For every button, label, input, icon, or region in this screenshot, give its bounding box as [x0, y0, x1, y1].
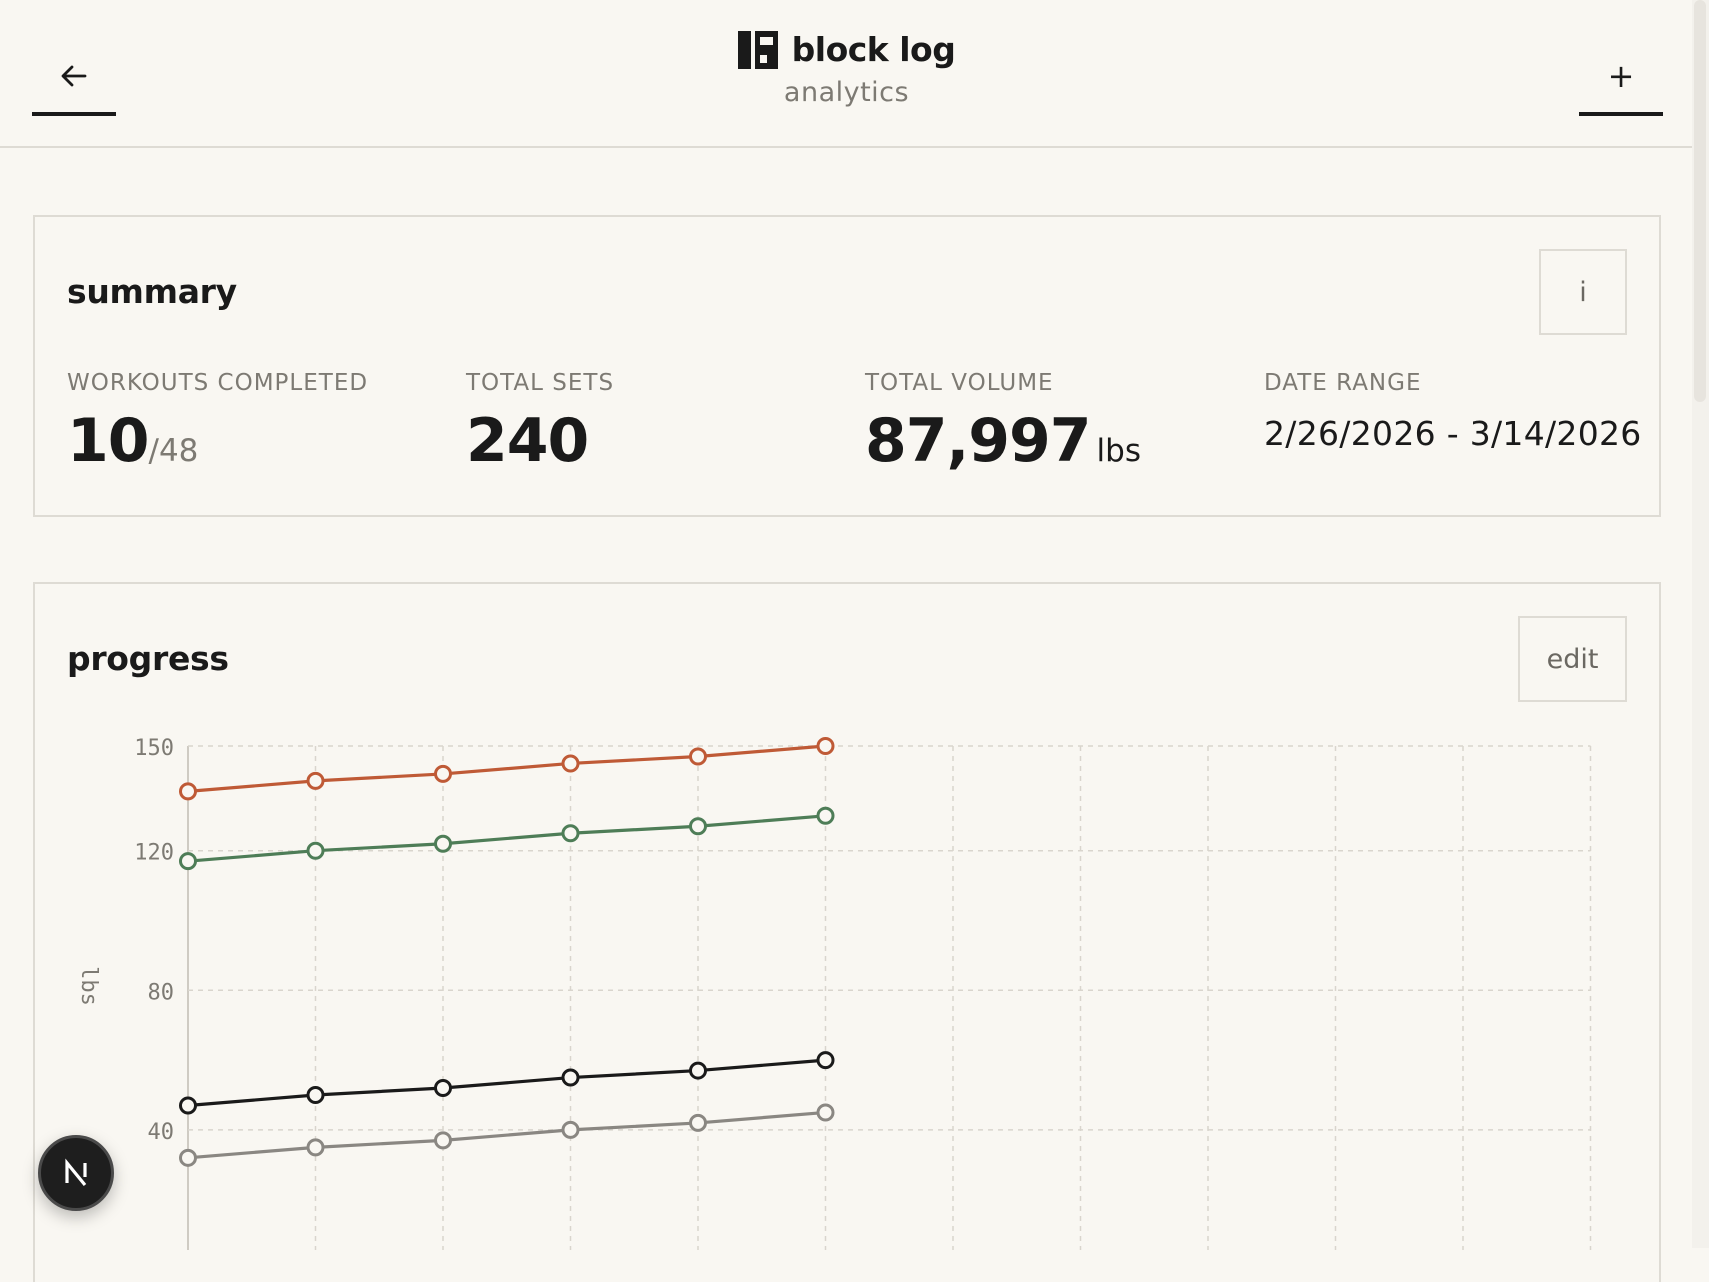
- brand-name: block log: [791, 30, 956, 69]
- data-point[interactable]: [434, 1131, 452, 1150]
- workouts-completed-value: 10: [67, 406, 149, 476]
- data-point[interactable]: [306, 1086, 325, 1104]
- stat-value: 87,997 lbs: [865, 408, 1141, 474]
- stat-total-sets: TOTAL SETS 240: [466, 370, 614, 474]
- data-point[interactable]: [306, 1138, 325, 1157]
- workouts-total-value: /48: [148, 433, 199, 469]
- stat-total-volume: TOTAL VOLUME 87,997 lbs: [865, 370, 1141, 474]
- series-line-1: [187, 744, 826, 793]
- total-sets-value: 240: [466, 406, 589, 476]
- data-point[interactable]: [689, 1113, 707, 1132]
- series-line-2: [187, 814, 826, 863]
- data-point[interactable]: [561, 824, 580, 843]
- scrollbar[interactable]: [1692, 0, 1709, 1248]
- y-tick-label: 120: [134, 841, 174, 866]
- plus-icon: +: [1607, 57, 1635, 95]
- data-point[interactable]: [689, 1061, 707, 1080]
- data-point[interactable]: [816, 806, 835, 825]
- data-point[interactable]: [816, 1103, 835, 1122]
- total-volume-unit: lbs: [1096, 433, 1141, 469]
- nextjs-dev-button[interactable]: [38, 1135, 114, 1211]
- data-point[interactable]: [689, 747, 707, 766]
- data-point[interactable]: [434, 834, 452, 853]
- top-bar: block log analytics +: [0, 0, 1709, 148]
- stat-value: 240: [466, 408, 614, 474]
- data-point[interactable]: [306, 771, 325, 790]
- page-subtitle: analytics: [783, 76, 910, 108]
- series-line-4: [187, 1110, 826, 1160]
- stat-value: 10/48: [67, 408, 368, 474]
- data-point[interactable]: [434, 1079, 452, 1098]
- data-point[interactable]: [434, 764, 452, 783]
- y-tick-label: 80: [148, 980, 175, 1005]
- summary-title: summary: [67, 272, 237, 311]
- nextjs-logo-icon: [65, 1158, 87, 1187]
- scrollbar-thumb[interactable]: [1694, 0, 1706, 402]
- stat-label: WORKOUTS COMPLETED: [67, 370, 369, 396]
- stat-date-range: DATE RANGE 2/26/2026 - 3/14/2026: [1264, 370, 1642, 453]
- data-point[interactable]: [179, 782, 197, 801]
- data-point[interactable]: [561, 1120, 580, 1139]
- y-tick-label: 150: [134, 736, 174, 761]
- brand: block log analytics: [0, 30, 1693, 108]
- y-axis-label: lbs: [76, 966, 101, 1006]
- data-point[interactable]: [179, 1148, 197, 1167]
- data-point[interactable]: [179, 1096, 197, 1115]
- data-point[interactable]: [689, 817, 707, 836]
- data-point[interactable]: [561, 1068, 580, 1087]
- info-button[interactable]: i: [1539, 249, 1627, 335]
- date-range-value: 2/26/2026 - 3/14/2026: [1264, 414, 1642, 453]
- data-point[interactable]: [816, 1051, 835, 1070]
- stat-label: TOTAL VOLUME: [865, 370, 1054, 396]
- total-volume-value: 87,997: [865, 406, 1092, 476]
- block-log-logo-icon: [737, 30, 778, 69]
- progress-chart: 40 80 120 150 lbs: [76, 736, 1592, 1250]
- info-icon: i: [1579, 276, 1587, 308]
- progress-card: progress edit 40 80 120 150 lbs: [33, 582, 1661, 1282]
- data-point[interactable]: [179, 852, 197, 871]
- stat-workouts: WORKOUTS COMPLETED 10/48: [67, 370, 368, 474]
- series-line-3: [187, 1058, 826, 1108]
- stat-label: TOTAL SETS: [466, 370, 615, 396]
- y-tick-label: 40: [148, 1120, 175, 1145]
- data-point[interactable]: [306, 841, 325, 860]
- data-point[interactable]: [561, 754, 580, 773]
- add-button[interactable]: +: [1579, 40, 1663, 116]
- stat-label: DATE RANGE: [1264, 370, 1422, 396]
- summary-card: summary i WORKOUTS COMPLETED 10/48 TOTAL…: [33, 215, 1661, 517]
- data-point[interactable]: [816, 737, 835, 755]
